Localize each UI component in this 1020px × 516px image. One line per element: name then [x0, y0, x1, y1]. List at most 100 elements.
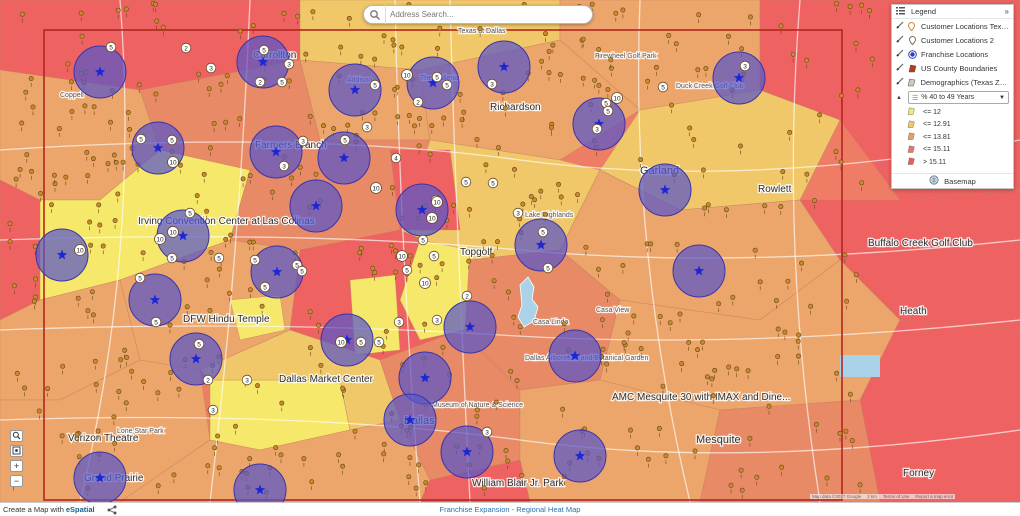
report-error-link[interactable]: Report a map error [915, 494, 953, 499]
edit-style-icon[interactable] [896, 63, 906, 73]
cluster-badge[interactable]: 2 [461, 290, 473, 302]
franchise-location[interactable] [572, 97, 626, 151]
cluster-badge[interactable]: 10 [431, 196, 443, 208]
cluster-badge[interactable]: 2 [412, 96, 424, 108]
cluster-badge[interactable]: 10 [167, 226, 179, 238]
address-search[interactable] [363, 5, 593, 24]
cluster-badge[interactable]: 5 [166, 134, 178, 146]
cluster-badge[interactable]: 5 [135, 133, 147, 145]
map-canvas[interactable]: Texas at DallasFirewheel Golf ParkCoppel… [0, 0, 1020, 502]
edit-style-icon[interactable] [896, 35, 906, 45]
edit-style-icon[interactable] [896, 21, 906, 31]
cluster-badge[interactable]: 5 [213, 252, 225, 264]
field-select[interactable]: ☰ % 40 to 49 Years ▼ [907, 91, 1009, 104]
franchise-location[interactable] [249, 125, 303, 179]
cluster-badge[interactable]: 2 [254, 76, 266, 88]
cluster-badge[interactable]: 5 [259, 281, 271, 293]
cluster-badge[interactable]: 5 [339, 134, 351, 146]
cluster-badge[interactable]: 3 [278, 160, 290, 172]
cluster-badge[interactable]: 4 [390, 152, 402, 164]
share-icon[interactable] [107, 505, 117, 515]
cluster-badge[interactable]: 5 [193, 338, 205, 350]
franchise-location[interactable] [395, 183, 449, 237]
cluster-badge[interactable]: 5 [431, 71, 443, 83]
franchise-location[interactable] [250, 245, 304, 299]
cluster-badge[interactable]: 10 [154, 233, 166, 245]
cluster-badge[interactable]: 3 [205, 62, 217, 74]
basemap-toggle[interactable]: Basemap [892, 172, 1013, 189]
cluster-badge[interactable]: 5 [258, 44, 270, 56]
franchise-location[interactable] [672, 244, 726, 298]
cluster-badge[interactable]: 5 [428, 250, 440, 262]
expand-triangle-icon[interactable]: ▲ [896, 95, 902, 101]
cluster-badge[interactable]: 10 [370, 182, 382, 194]
cluster-badge[interactable]: 5 [296, 265, 308, 277]
franchise-location[interactable] [514, 218, 568, 272]
cluster-badge[interactable]: 5 [134, 272, 146, 284]
franchise-location[interactable] [73, 45, 127, 99]
cluster-badge[interactable]: 5 [166, 252, 178, 264]
edit-style-icon[interactable] [896, 49, 906, 59]
zoom-search-icon[interactable] [10, 430, 23, 442]
cluster-badge[interactable]: 5 [460, 176, 472, 188]
cluster-badge[interactable]: 5 [537, 226, 549, 238]
cluster-badge[interactable]: 3 [431, 314, 443, 326]
franchise-location[interactable] [328, 63, 382, 117]
cluster-badge[interactable]: 3 [241, 374, 253, 386]
cluster-badge[interactable]: 5 [369, 79, 381, 91]
list-icon[interactable] [896, 6, 905, 17]
cluster-badge[interactable]: 2 [180, 42, 192, 54]
franchise-location[interactable] [712, 51, 766, 105]
cluster-badge[interactable]: 5 [355, 336, 367, 348]
cluster-badge[interactable]: 5 [657, 81, 669, 93]
cluster-badge[interactable]: 2 [202, 374, 214, 386]
search-location-icon[interactable] [364, 5, 386, 24]
cluster-badge[interactable]: 10 [611, 92, 623, 104]
franchise-location[interactable] [477, 40, 531, 94]
cluster-badge[interactable]: 3 [393, 316, 405, 328]
zoom-out-button[interactable]: − [10, 475, 23, 487]
cluster-badge[interactable]: 5 [276, 76, 288, 88]
cluster-badge[interactable]: 10 [74, 244, 86, 256]
cluster-badge[interactable]: 10 [426, 212, 438, 224]
cluster-badge[interactable]: 5 [487, 177, 499, 189]
franchise-location[interactable] [383, 393, 437, 447]
terms-link[interactable]: Terms of Use [883, 494, 910, 499]
cluster-badge[interactable]: 10 [335, 336, 347, 348]
cluster-badge[interactable]: 3 [207, 404, 219, 416]
cluster-badge[interactable]: 10 [401, 69, 413, 81]
cluster-badge[interactable]: 5 [602, 105, 614, 117]
cluster-badge[interactable]: 3 [739, 60, 751, 72]
zoom-in-button[interactable]: + [10, 460, 23, 472]
franchise-location[interactable] [289, 179, 343, 233]
cluster-badge[interactable]: 5 [150, 316, 162, 328]
address-search-input[interactable] [386, 10, 581, 19]
cluster-badge[interactable]: 3 [297, 135, 309, 147]
legend-layer-row[interactable]: US County Boundaries [892, 61, 1013, 75]
cluster-badge[interactable]: 5 [417, 234, 429, 246]
franchise-location[interactable] [553, 429, 607, 483]
cluster-badge[interactable]: 3 [512, 207, 524, 219]
legend-layer-row[interactable]: Customer Locations 2 [892, 33, 1013, 47]
franchise-location[interactable] [443, 300, 497, 354]
legend-layer-row[interactable]: Customer Locations Texas [892, 19, 1013, 33]
cluster-badge[interactable]: 5 [249, 254, 261, 266]
cluster-badge[interactable]: 3 [481, 426, 493, 438]
cluster-badge[interactable]: 5 [184, 207, 196, 219]
legend-layer-row[interactable]: Demographics (Texas ZC... [892, 75, 1013, 89]
cluster-badge[interactable]: 10 [419, 277, 431, 289]
cluster-badge[interactable]: 5 [373, 336, 385, 348]
legend-layer-row[interactable]: Franchise Locations [892, 47, 1013, 61]
cluster-badge[interactable]: 5 [401, 264, 413, 276]
collapse-legend-icon[interactable]: » [1005, 7, 1009, 16]
cluster-badge[interactable]: 3 [361, 121, 373, 133]
cluster-badge[interactable]: 3 [591, 123, 603, 135]
cluster-badge[interactable]: 3 [283, 58, 295, 70]
espatial-brand-link[interactable]: eSpatial [66, 505, 95, 514]
cluster-badge[interactable]: 5 [441, 79, 453, 91]
cluster-badge[interactable]: 5 [542, 262, 554, 274]
edit-style-icon[interactable] [896, 77, 906, 87]
cluster-badge[interactable]: 5 [105, 41, 117, 53]
cluster-badge[interactable]: 10 [167, 156, 179, 168]
franchise-location[interactable] [73, 451, 127, 502]
